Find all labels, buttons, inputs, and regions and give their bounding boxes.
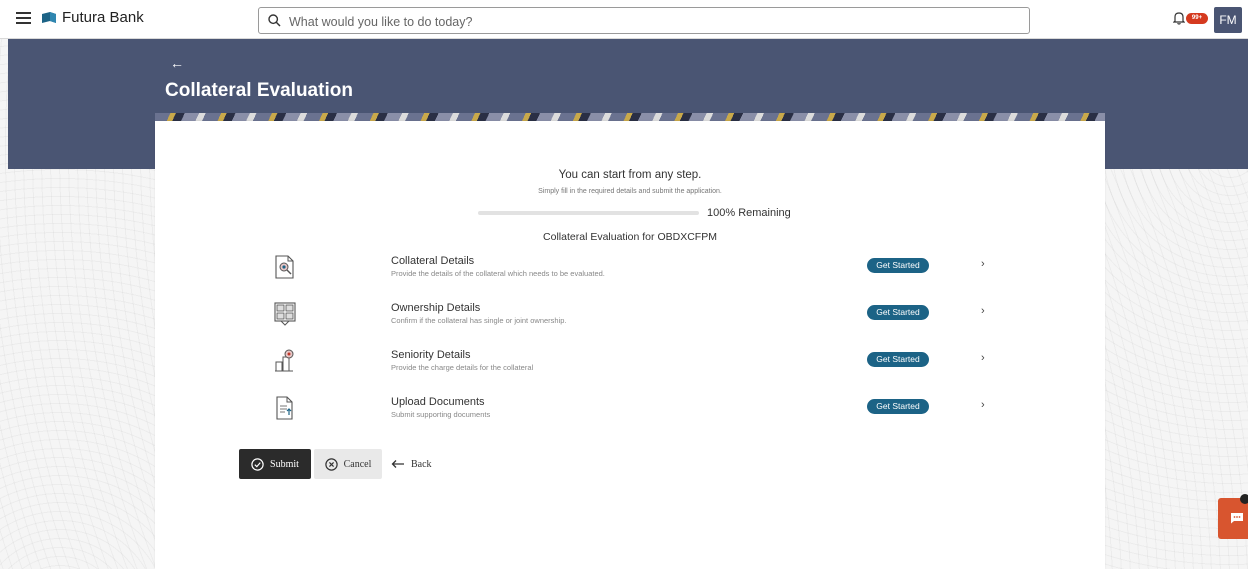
chat-icon: [1231, 513, 1243, 524]
back-label: Back: [411, 458, 432, 470]
get-started-button[interactable]: Get Started: [867, 305, 929, 320]
progress-bar: [478, 211, 699, 215]
decorative-strip: [155, 113, 1105, 121]
check-circle-icon: [251, 457, 264, 471]
chat-notification-dot: [1240, 494, 1248, 504]
get-started-button[interactable]: Get Started: [867, 399, 929, 414]
step-upload-documents[interactable]: Upload Documents Submit supporting docum…: [250, 395, 1010, 435]
seniority-icon: [275, 349, 294, 372]
step-description: Provide the details of the collateral wh…: [391, 269, 605, 278]
step-ownership-details[interactable]: Ownership Details Confirm if the collate…: [250, 301, 1010, 341]
chevron-right-icon[interactable]: ›: [981, 399, 985, 411]
step-description: Confirm if the collateral has single or …: [391, 316, 567, 325]
arrow-left-icon: [391, 460, 404, 468]
cancel-label: Cancel: [343, 458, 372, 470]
back-button[interactable]: Back: [391, 449, 432, 479]
get-started-button[interactable]: Get Started: [867, 258, 929, 273]
document-search-icon: [275, 255, 294, 279]
submit-label: Submit: [270, 458, 299, 470]
step-collateral-details[interactable]: Collateral Details Provide the details o…: [250, 254, 1010, 294]
step-seniority-details[interactable]: Seniority Details Provide the charge det…: [250, 348, 1010, 388]
get-started-button[interactable]: Get Started: [867, 352, 929, 367]
section-title: Collateral Evaluation for OBDXCFPM: [543, 231, 717, 243]
page-title: Collateral Evaluation: [165, 80, 353, 101]
search-box[interactable]: [258, 7, 1030, 34]
chat-button[interactable]: [1218, 498, 1248, 539]
step-title: Seniority Details: [391, 349, 471, 361]
user-avatar[interactable]: FM: [1214, 7, 1242, 33]
top-bar: Futura Bank 99+ FM: [0, 0, 1248, 39]
back-arrow-icon[interactable]: ←: [170, 55, 184, 71]
chevron-right-icon[interactable]: ›: [981, 305, 985, 317]
menu-icon[interactable]: [16, 12, 31, 24]
search-input[interactable]: [287, 11, 1011, 32]
brand-name: Futura Bank: [62, 9, 144, 26]
intro-subheading: Simply fill in the required details and …: [538, 188, 722, 195]
upload-document-icon: [276, 396, 293, 420]
chevron-right-icon[interactable]: ›: [981, 258, 985, 270]
intro-heading: You can start from any step.: [558, 169, 702, 181]
chevron-right-icon[interactable]: ›: [981, 352, 985, 364]
brand-logo-icon: [42, 12, 56, 23]
close-circle-icon: [324, 457, 338, 471]
step-description: Submit supporting documents: [391, 410, 491, 419]
ownership-icon: [274, 302, 296, 326]
evaluation-card: You can start from any step. Simply fill…: [155, 121, 1105, 569]
step-title: Ownership Details: [391, 302, 481, 314]
step-title: Collateral Details: [391, 255, 475, 267]
submit-button[interactable]: Submit: [239, 449, 311, 479]
notification-badge[interactable]: 99+: [1186, 13, 1208, 24]
search-icon: [268, 14, 281, 27]
progress-label: 100% Remaining: [707, 207, 791, 219]
step-description: Provide the charge details for the colla…: [391, 363, 534, 372]
step-title: Upload Documents: [391, 396, 485, 408]
notification-bell-icon[interactable]: [1173, 11, 1185, 25]
cancel-button[interactable]: Cancel: [314, 449, 382, 479]
